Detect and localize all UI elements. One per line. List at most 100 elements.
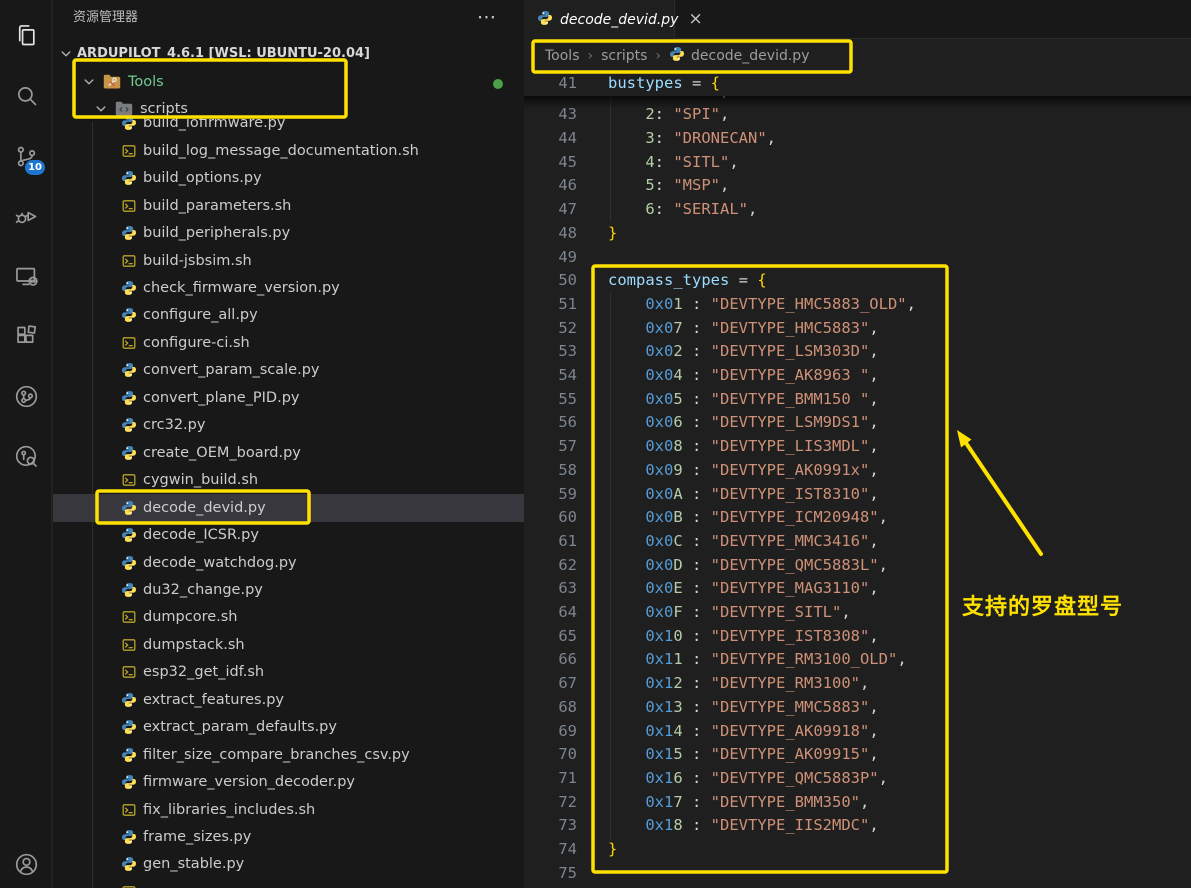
code-line-56[interactable]: 56 0x06 : "DEVTYPE_LSM9DS1", [524, 411, 1191, 435]
python-file-icon [121, 747, 137, 767]
code-line-57[interactable]: 57 0x08 : "DEVTYPE_LIS3MDL", [524, 435, 1191, 459]
file-row[interactable]: du32_change.py [53, 576, 524, 604]
file-row[interactable]: build-jsbsim.sh [53, 247, 524, 275]
file-row[interactable]: dumpstack.sh [53, 631, 524, 659]
indent-guide [610, 293, 611, 839]
file-row[interactable]: build_parameters.sh [53, 192, 524, 220]
code-line-50[interactable]: 50compass_types = { [524, 269, 1191, 293]
file-row[interactable]: create_OEM_board.py [53, 439, 524, 467]
python-file-icon [121, 500, 137, 520]
chevron-down-icon [59, 46, 73, 60]
breadcrumb-item[interactable]: scripts [601, 48, 647, 64]
file-row[interactable]: build_log_message_documentation.sh [53, 137, 524, 165]
file-name: dumpcore.sh [143, 603, 237, 631]
breadcrumb-item[interactable]: Tools [545, 48, 580, 64]
file-row[interactable]: fix_libraries_includes.sh [53, 796, 524, 824]
file-row[interactable]: crc32.py [53, 411, 524, 439]
shell-file-icon [121, 664, 137, 684]
breadcrumb-item[interactable]: decode_devid.py [691, 48, 809, 64]
file-row[interactable]: filter_size_compare_branches_csv.py [53, 741, 524, 769]
code-line-62[interactable]: 62 0x0D : "DEVTYPE_QMC5883L", [524, 554, 1191, 578]
code-line-60[interactable]: 60 0x0B : "DEVTYPE_ICM20948", [524, 506, 1191, 530]
code-line-67[interactable]: 67 0x12 : "DEVTYPE_RM3100", [524, 672, 1191, 696]
file-name: crc32.py [143, 411, 205, 439]
code-line-64[interactable]: 64 0x0F : "DEVTYPE_SITL", [524, 601, 1191, 625]
code-line-53[interactable]: 53 0x02 : "DEVTYPE_LSM303D", [524, 340, 1191, 364]
python-file-icon [121, 307, 137, 327]
file-row[interactable]: frame_sizes.py [53, 823, 524, 851]
file-row-selected[interactable]: decode_devid.py [53, 494, 524, 522]
file-row[interactable]: configure-ci.sh [53, 329, 524, 357]
file-name: firmware_version_decoder.py [143, 768, 355, 796]
code-line-52[interactable]: 52 0x07 : "DEVTYPE_HMC5883", [524, 317, 1191, 341]
code-line-49[interactable]: 49 [524, 246, 1191, 270]
sidebar-title: 资源管理器 [73, 0, 138, 36]
code-text: compass_types = { [608, 269, 767, 293]
code-line-58[interactable]: 58 0x09 : "DEVTYPE_AK0991x", [524, 459, 1191, 483]
file-row[interactable]: convert_plane_PID.py [53, 384, 524, 412]
workspace-root-row[interactable]: ARDUPILOT_4.6.1 [WSL: UBUNTU-20.04] [53, 40, 524, 67]
file-row[interactable]: cygwin_build.sh [53, 466, 524, 494]
file-row[interactable] [53, 878, 524, 888]
file-row[interactable]: dumpcore.sh [53, 603, 524, 631]
file-row[interactable]: convert_param_scale.py [53, 356, 524, 384]
code-line-70[interactable]: 70 0x15 : "DEVTYPE_AK09915", [524, 743, 1191, 767]
code-line-68[interactable]: 68 0x13 : "DEVTYPE_MMC5883", [524, 696, 1191, 720]
file-name: build_log_message_documentation.sh [143, 137, 419, 165]
activity-commit-search-icon[interactable] [0, 435, 52, 477]
code-line-59[interactable]: 59 0x0A : "DEVTYPE_IST8310", [524, 483, 1191, 507]
file-row[interactable]: extract_features.py [53, 686, 524, 714]
activity-source-control-icon[interactable]: 10 [0, 135, 52, 177]
sidebar-folder-tools[interactable]: Tools [53, 68, 524, 96]
code-line-69[interactable]: 69 0x14 : "DEVTYPE_AK09918", [524, 720, 1191, 744]
code-line-71[interactable]: 71 0x16 : "DEVTYPE_QMC5883P", [524, 767, 1191, 791]
sticky-scroll-line[interactable]: 41bustypes = { [524, 72, 1191, 96]
folder-tools-icon [103, 74, 121, 93]
code-line-61[interactable]: 61 0x0C : "DEVTYPE_MMC3416", [524, 530, 1191, 554]
code-line-63[interactable]: 63 0x0E : "DEVTYPE_MAG3110", [524, 577, 1191, 601]
file-row[interactable]: esp32_get_idf.sh [53, 658, 524, 686]
more-actions-icon[interactable]: ⋯ [477, 0, 496, 34]
activity-files-icon[interactable] [0, 14, 52, 56]
file-row[interactable]: firmware_version_decoder.py [53, 768, 524, 796]
code-line-51[interactable]: 51 0x01 : "DEVTYPE_HMC5883_OLD", [524, 293, 1191, 317]
code-text: 0x0E : "DEVTYPE_MAG3110", [608, 577, 879, 601]
code-line-66[interactable]: 66 0x11 : "DEVTYPE_RM3100_OLD", [524, 648, 1191, 672]
tab-decode-devid[interactable]: decode_devid.py × [524, 0, 675, 39]
file-row[interactable]: gen_stable.py [53, 850, 524, 878]
line-number: 70 [524, 743, 577, 767]
code-line-44[interactable]: 44 3: "DRONECAN", [524, 127, 1191, 151]
code-line-75[interactable]: 75 [524, 862, 1191, 886]
code-line-74[interactable]: 74} [524, 838, 1191, 862]
file-row[interactable]: decode_watchdog.py [53, 549, 524, 577]
code-line-47[interactable]: 47 6: "SERIAL", [524, 198, 1191, 222]
file-row[interactable]: extract_param_defaults.py [53, 713, 524, 741]
file-row[interactable]: configure_all.py [53, 301, 524, 329]
activity-extensions-icon[interactable] [0, 315, 52, 357]
file-row[interactable]: build_options.py [53, 164, 524, 192]
code-line-72[interactable]: 72 0x17 : "DEVTYPE_BMM350", [524, 791, 1191, 815]
line-number: 49 [524, 246, 577, 270]
code-line-65[interactable]: 65 0x10 : "DEVTYPE_IST8308", [524, 625, 1191, 649]
code-line-54[interactable]: 54 0x04 : "DEVTYPE_AK8963 ", [524, 364, 1191, 388]
activity-search-icon[interactable] [0, 74, 52, 116]
close-icon[interactable]: × [688, 11, 702, 28]
code-text: 0x10 : "DEVTYPE_IST8308", [608, 625, 879, 649]
file-name: du32_change.py [143, 576, 263, 604]
file-row[interactable]: build_peripherals.py [53, 219, 524, 247]
file-row[interactable]: build_iofirmware.py [53, 109, 524, 137]
activity-git-graph-icon[interactable] [0, 375, 52, 417]
file-row[interactable]: check_firmware_version.py [53, 274, 524, 302]
line-number: 58 [524, 459, 577, 483]
activity-account-icon[interactable] [0, 843, 52, 885]
python-file-icon [121, 582, 137, 602]
activity-remote-explorer-icon[interactable] [0, 255, 52, 297]
code-line-55[interactable]: 55 0x05 : "DEVTYPE_BMM150 ", [524, 388, 1191, 412]
code-line-73[interactable]: 73 0x18 : "DEVTYPE_IIS2MDC", [524, 814, 1191, 838]
breadcrumb: Tools›scripts›decode_devid.py [524, 39, 1191, 72]
code-line-48[interactable]: 48} [524, 222, 1191, 246]
activity-run-debug-icon[interactable] [0, 195, 52, 237]
code-line-45[interactable]: 45 4: "SITL", [524, 151, 1191, 175]
file-row[interactable]: decode_ICSR.py [53, 521, 524, 549]
code-line-46[interactable]: 46 5: "MSP", [524, 174, 1191, 198]
